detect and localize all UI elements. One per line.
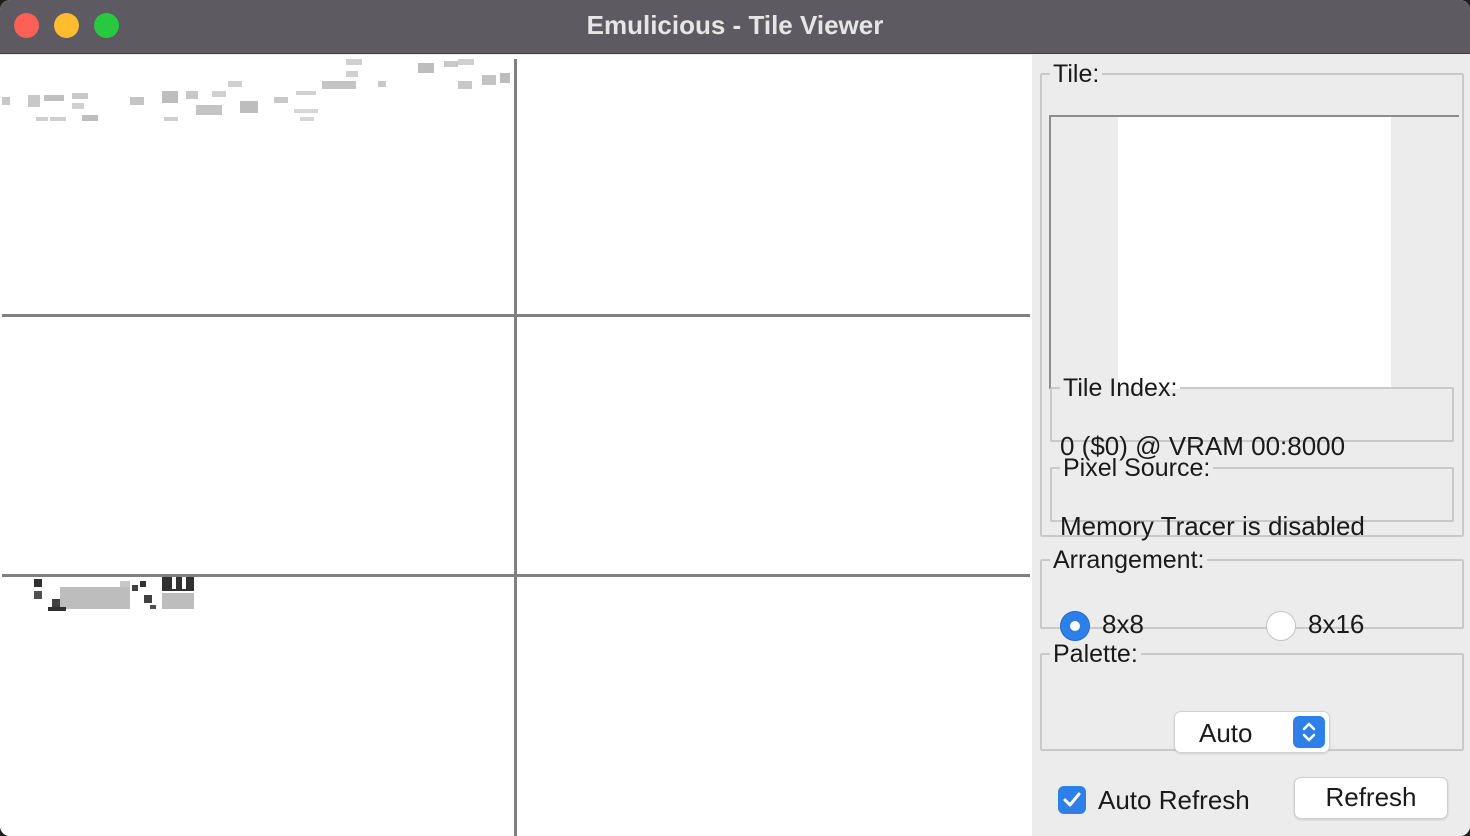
tile-pixel-block	[52, 599, 60, 607]
grid-divider-horizontal-1	[2, 314, 1030, 317]
pixel-source-value: Memory Tracer is disabled	[1060, 511, 1365, 541]
arrangement-group: Arrangement: 8x8 8x16	[1040, 546, 1464, 641]
palette-select-value: Auto	[1199, 718, 1253, 748]
refresh-button[interactable]: Refresh	[1294, 777, 1448, 819]
tile-pixel-block	[48, 607, 66, 611]
arrangement-8x16-label[interactable]: 8x16	[1308, 609, 1364, 640]
auto-refresh-label[interactable]: Auto Refresh	[1098, 785, 1250, 816]
tile-pixel-block	[144, 595, 152, 603]
palette-select[interactable]: Auto	[1174, 711, 1330, 753]
tile-pixel-block	[28, 95, 40, 107]
tile-pixel-block	[130, 97, 144, 105]
palette-legend: Palette:	[1053, 640, 1138, 668]
tile-pixel-block	[82, 115, 98, 121]
tile-pixel-block	[164, 117, 178, 121]
tile-legend: Tile:	[1053, 60, 1100, 88]
side-panel: Tile: Tile Index: 0 ($0) @ VRAM 00:8000 …	[1032, 55, 1470, 836]
checkmark-icon	[1063, 792, 1081, 807]
tile-index-legend: Tile Index:	[1063, 374, 1178, 402]
tile-pixel-block	[300, 117, 314, 121]
arrangement-8x8-radio[interactable]	[1060, 611, 1090, 641]
pixel-source-group: Pixel Source: Memory Tracer is disabled	[1050, 454, 1454, 541]
tile-pixel-block	[140, 581, 146, 587]
tile-viewer-window: Emulicious - Tile Viewer Tile: Tile Inde…	[0, 0, 1470, 836]
tile-pixel-block	[60, 587, 130, 609]
tile-index-group: Tile Index: 0 ($0) @ VRAM 00:8000	[1050, 374, 1454, 461]
tile-pixel-block	[500, 73, 510, 83]
tile-pixel-block	[72, 103, 84, 109]
grid-divider-horizontal-2	[2, 574, 1030, 577]
title-bar: Emulicious - Tile Viewer	[0, 0, 1470, 54]
tile-pixel-block	[150, 605, 156, 609]
tile-pixel-block	[120, 581, 130, 587]
tile-pixel-block	[182, 577, 186, 589]
auto-refresh-checkbox[interactable]	[1058, 786, 1086, 814]
tile-pixel-block	[322, 81, 356, 89]
tile-pixel-block	[34, 591, 42, 599]
tile-pixel-block	[240, 101, 258, 113]
tile-pixel-block	[172, 577, 176, 589]
grid-divider-vertical	[514, 59, 517, 836]
tile-pixel-block	[444, 61, 458, 67]
arrangement-legend: Arrangement:	[1053, 546, 1205, 574]
tile-pixel-block	[196, 105, 222, 115]
arrangement-8x8-label[interactable]: 8x8	[1102, 609, 1144, 640]
tile-pixel-block	[44, 95, 64, 101]
tile-pixel-block	[346, 71, 358, 77]
tile-pixel-block	[346, 59, 362, 65]
tile-pixel-block	[458, 81, 472, 89]
palette-group: Palette: Auto	[1040, 640, 1464, 753]
tile-pixel-block	[378, 81, 386, 87]
tile-preview	[1049, 115, 1459, 389]
tile-pixel-block	[162, 91, 178, 103]
tile-pixel-block	[294, 109, 318, 113]
tile-pixel-block	[72, 93, 88, 99]
arrangement-8x16-radio[interactable]	[1266, 611, 1296, 641]
tile-pixel-block	[482, 75, 496, 85]
tile-pixel-block	[186, 91, 198, 99]
tile-pixel-block	[162, 593, 194, 609]
tile-pixel-block	[132, 585, 138, 591]
tile-grid-canvas[interactable]	[0, 55, 1032, 836]
tile-pixel-block	[228, 81, 242, 87]
pixel-source-legend: Pixel Source:	[1063, 454, 1211, 482]
tile-pixel-block	[296, 91, 316, 95]
window-title: Emulicious - Tile Viewer	[586, 10, 884, 40]
tile-pixel-block	[36, 117, 48, 121]
tile-pixel-block	[274, 97, 288, 103]
tile-preview-image	[1118, 117, 1391, 389]
tile-pixel-block	[2, 97, 10, 105]
chevron-up-down-icon	[1293, 716, 1325, 748]
tile-pixel-block	[212, 91, 226, 97]
tile-pixel-block	[458, 59, 474, 65]
tile-pixel-block	[418, 63, 434, 73]
tile-pixel-block	[34, 579, 42, 587]
tile-pixel-block	[162, 577, 194, 591]
tile-pixel-block	[50, 117, 66, 121]
